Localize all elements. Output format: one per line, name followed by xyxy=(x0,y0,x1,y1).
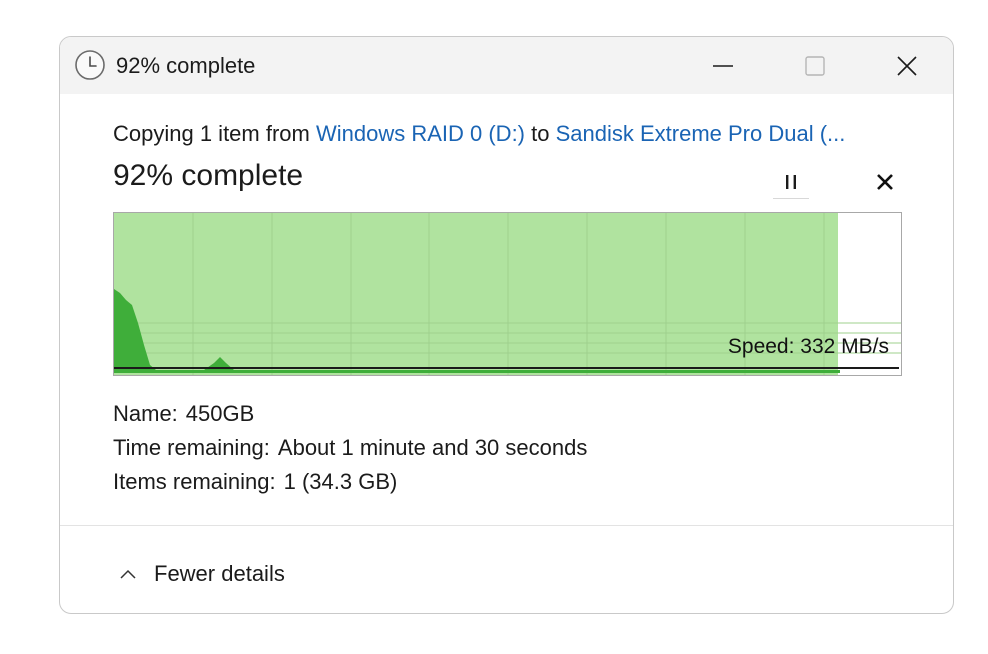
speed-indicator-line xyxy=(114,367,899,369)
destination-link[interactable]: Sandisk Extreme Pro Dual (... xyxy=(556,121,846,146)
copy-description: Copying 1 item from Windows RAID 0 (D:) … xyxy=(113,121,845,147)
name-value: 450GB xyxy=(185,401,255,426)
fewer-details-toggle[interactable]: Fewer details xyxy=(118,559,285,589)
transfer-speed-graph: Speed: 332 MB/s xyxy=(113,212,902,376)
chevron-up-icon xyxy=(120,569,136,579)
fewer-details-label: Fewer details xyxy=(154,561,285,586)
minimize-icon xyxy=(713,64,733,67)
time-remaining-value: About 1 minute and 30 seconds xyxy=(277,435,588,460)
name-row: Name: 450GB xyxy=(113,401,254,427)
window-title: 92% complete xyxy=(116,53,256,78)
source-link[interactable]: Windows RAID 0 (D:) xyxy=(316,121,525,146)
name-label: Name: xyxy=(113,401,178,426)
maximize-icon xyxy=(805,55,825,76)
copy-middle: to xyxy=(525,121,556,146)
close-button[interactable] xyxy=(861,37,953,94)
pause-button[interactable] xyxy=(773,166,809,199)
pause-icon xyxy=(786,175,796,189)
copy-prefix: Copying 1 item from xyxy=(113,121,316,146)
maximize-button[interactable] xyxy=(769,37,861,94)
copy-progress-dialog: 92% complete Copying 1 item from Windows… xyxy=(59,36,954,614)
minimize-button[interactable] xyxy=(677,37,769,94)
clock-icon xyxy=(75,50,105,80)
close-icon xyxy=(897,55,917,76)
items-remaining-label: Items remaining: xyxy=(113,469,276,494)
progress-heading: 92% complete xyxy=(113,159,304,192)
title-bar[interactable]: 92% complete xyxy=(60,37,953,94)
time-remaining-label: Time remaining: xyxy=(113,435,270,460)
cancel-icon xyxy=(877,174,893,190)
speed-label: Speed: 332 MB/s xyxy=(727,335,889,358)
items-remaining-value: 1 (34.3 GB) xyxy=(283,469,398,494)
speed-history-series xyxy=(114,289,840,373)
time-remaining-row: Time remaining: About 1 minute and 30 sec… xyxy=(113,435,587,461)
footer-divider xyxy=(60,525,953,526)
cancel-button[interactable] xyxy=(869,166,901,198)
items-remaining-row: Items remaining: 1 (34.3 GB) xyxy=(113,469,397,495)
